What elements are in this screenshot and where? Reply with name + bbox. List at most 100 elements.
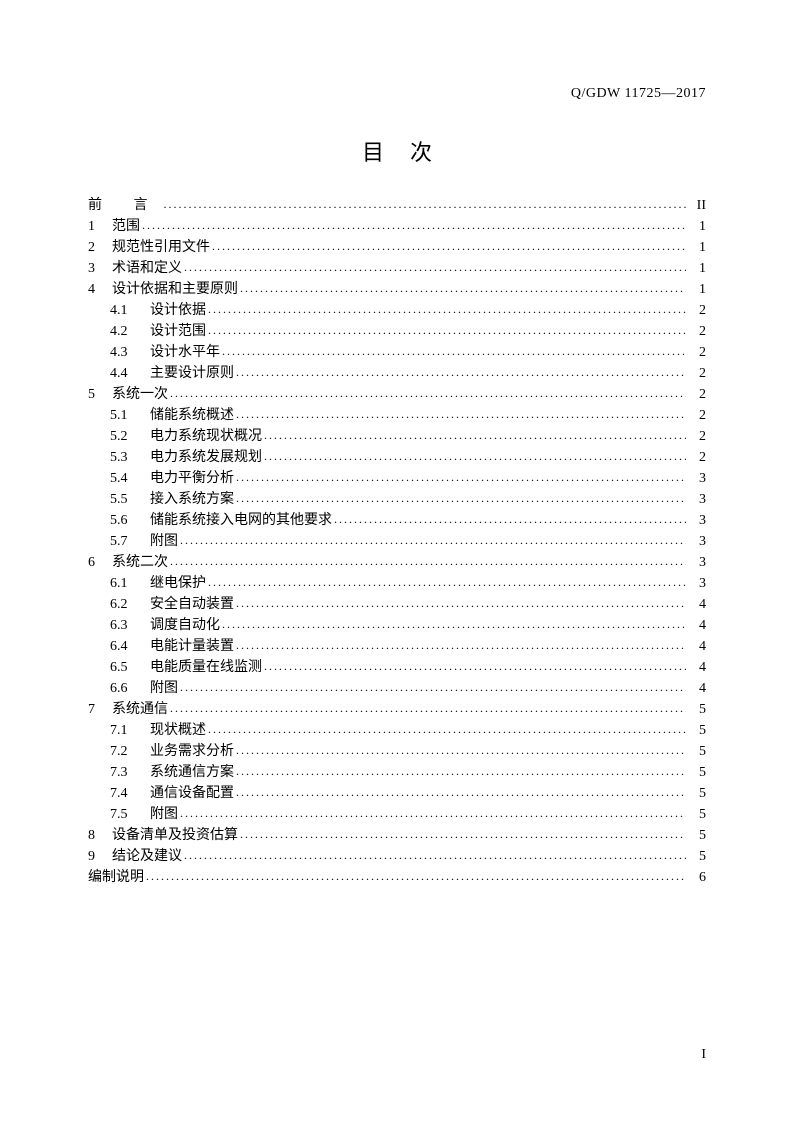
toc-leader-dots [236, 362, 686, 383]
toc-entry-page: 2 [690, 363, 706, 384]
toc-entry-number: 5.5 [110, 489, 140, 510]
toc-entry-number: 7.3 [110, 762, 140, 783]
toc-entry-page: II [690, 195, 706, 216]
toc-entry-page: 2 [690, 426, 706, 447]
toc-entry-label: 储能系统接入电网的其他要求 [150, 510, 332, 531]
toc-entry-label: 电力系统发展规划 [150, 447, 262, 468]
toc-entry-page: 5 [690, 720, 706, 741]
toc-entry-page: 4 [690, 657, 706, 678]
toc-entry-page: 5 [690, 804, 706, 825]
toc-entry-number: 6.1 [110, 573, 140, 594]
toc-entry-number: 4 [88, 279, 102, 300]
toc-entry-page: 2 [690, 405, 706, 426]
toc-leader-dots [180, 803, 686, 824]
toc-entry-number: 5.7 [110, 531, 140, 552]
toc-leader-dots [236, 635, 686, 656]
toc-entry: 前 言 II [88, 195, 706, 216]
toc-entry-label: 调度自动化 [150, 615, 220, 636]
toc-leader-dots [208, 299, 686, 320]
toc-entry-label: 附图 [150, 531, 178, 552]
toc-entry: 7.2业务需求分析5 [88, 741, 706, 762]
toc-entry-label: 电力平衡分析 [150, 468, 234, 489]
toc-entry: 7系统通信5 [88, 699, 706, 720]
toc-entry-number: 2 [88, 237, 102, 258]
toc-entry-label: 设备清单及投资估算 [112, 825, 238, 846]
toc-leader-dots [240, 278, 686, 299]
toc-leader-dots [164, 194, 687, 215]
toc-entry: 6.6附图4 [88, 678, 706, 699]
toc-entry: 5.4电力平衡分析3 [88, 468, 706, 489]
toc-entry-label: 设计依据 [150, 300, 206, 321]
toc-entry-page: 5 [690, 825, 706, 846]
toc-entry-page: 5 [690, 699, 706, 720]
toc-leader-dots [222, 614, 686, 635]
toc-entry-label: 术语和定义 [112, 258, 182, 279]
toc-entry: 4设计依据和主要原则1 [88, 279, 706, 300]
toc-entry-number: 5 [88, 384, 102, 405]
toc-entry: 5.1储能系统概述2 [88, 405, 706, 426]
toc-entry: 4.2设计范围2 [88, 321, 706, 342]
toc-leader-dots [236, 593, 686, 614]
toc-entry-number: 9 [88, 846, 102, 867]
toc-entry-label: 储能系统概述 [150, 405, 234, 426]
toc-entry-number: 5.6 [110, 510, 140, 531]
toc-leader-dots [212, 236, 686, 257]
toc-entry-label: 通信设备配置 [150, 783, 234, 804]
toc-entry: 5.6 储能系统接入电网的其他要求 3 [88, 510, 706, 531]
toc-entry-label: 设计范围 [150, 321, 206, 342]
toc-entry: 编制说明6 [88, 867, 706, 888]
toc-entry-page: 1 [690, 258, 706, 279]
toc-entry: 5.5接入系统方案3 [88, 489, 706, 510]
toc-entry: 7.4通信设备配置5 [88, 783, 706, 804]
toc-entry: 6.1 继电保护 3 [88, 573, 706, 594]
toc-entry-page: 1 [690, 216, 706, 237]
document-code: Q/GDW 11725—2017 [571, 86, 706, 102]
toc-entry-page: 3 [690, 489, 706, 510]
toc-entry: 1范围1 [88, 216, 706, 237]
toc-entry-number: 4.4 [110, 363, 140, 384]
toc-entry-page: 3 [690, 531, 706, 552]
toc-entry-label: 系统一次 [112, 384, 168, 405]
toc-entry: 4.3设计水平年2 [88, 342, 706, 363]
toc-entry: 6.2安全自动装置4 [88, 594, 706, 615]
toc-entry-page: 4 [690, 636, 706, 657]
toc-entry-page: 2 [690, 321, 706, 342]
toc-entry-page: 3 [690, 573, 706, 594]
toc-entry: 5.2电力系统现状概况2 [88, 426, 706, 447]
toc-leader-dots [146, 866, 686, 887]
page-container: Q/GDW 11725—2017 目次 前 言II1范围12规范性引用文件13术… [0, 0, 794, 1123]
toc-entry-number: 7.2 [110, 741, 140, 762]
toc-entry: 8设备清单及投资估算5 [88, 825, 706, 846]
toc-entry-number: 5.2 [110, 426, 140, 447]
toc-entry-page: 3 [690, 468, 706, 489]
table-of-contents: 前 言II1范围12规范性引用文件13术语和定义14设计依据和主要原则14.1设… [88, 195, 706, 888]
toc-leader-dots [208, 320, 686, 341]
toc-leader-dots [264, 446, 686, 467]
toc-leader-dots [184, 845, 686, 866]
toc-leader-dots [264, 425, 686, 446]
toc-entry-number: 4.1 [110, 300, 140, 321]
toc-entry-label: 规范性引用文件 [112, 237, 210, 258]
toc-entry: 6.3调度自动化4 [88, 615, 706, 636]
toc-entry-page: 2 [690, 447, 706, 468]
toc-leader-dots [236, 488, 686, 509]
toc-entry: 6系统二次3 [88, 552, 706, 573]
toc-entry-label: 前 言 [88, 195, 162, 216]
toc-entry-page: 3 [690, 510, 706, 531]
toc-entry: 7.1现状概述5 [88, 720, 706, 741]
toc-leader-dots [236, 404, 686, 425]
toc-entry-label: 电能质量在线监测 [150, 657, 262, 678]
toc-leader-dots [170, 698, 686, 719]
toc-entry: 5.3电力系统发展规划2 [88, 447, 706, 468]
toc-entry-number: 7.4 [110, 783, 140, 804]
toc-leader-dots [236, 761, 686, 782]
toc-entry-label: 现状概述 [150, 720, 206, 741]
toc-entry-label: 继电保护 [150, 573, 206, 594]
toc-leader-dots [170, 551, 686, 572]
toc-entry-label: 系统二次 [112, 552, 168, 573]
toc-entry-label: 业务需求分析 [150, 741, 234, 762]
toc-entry: 5.7 附图 3 [88, 531, 706, 552]
toc-leader-dots [142, 215, 686, 236]
toc-entry: 9结论及建议5 [88, 846, 706, 867]
toc-leader-dots [236, 740, 686, 761]
